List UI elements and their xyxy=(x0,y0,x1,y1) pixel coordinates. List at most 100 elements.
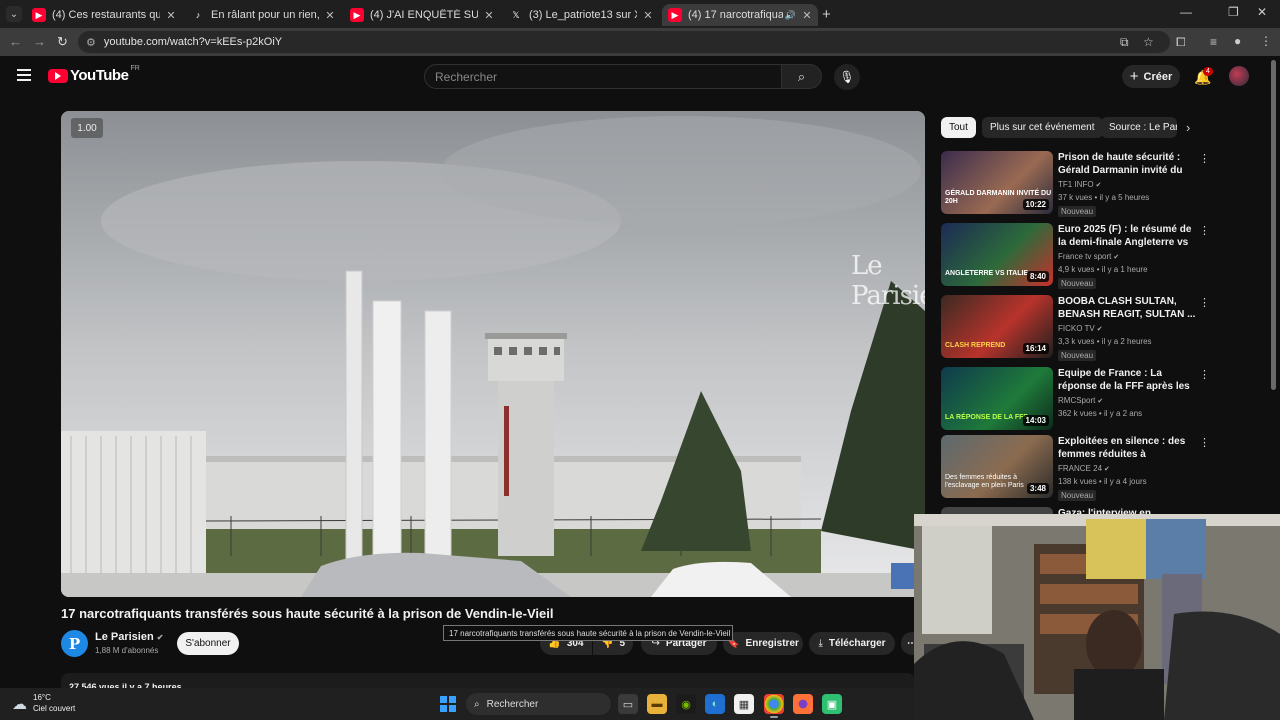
browser-menu-icon[interactable]: ⋮ xyxy=(1260,34,1272,48)
video-thumbnail[interactable]: CLASH REPREND 16:14 xyxy=(941,295,1053,358)
chip-event[interactable]: Plus sur cet événement xyxy=(982,117,1103,138)
video-thumbnail[interactable]: ANGLETERRE vs ITALIE 8:40 xyxy=(941,223,1053,286)
site-info-icon[interactable]: ⚙ xyxy=(86,36,96,49)
verified-icon: ✔ xyxy=(1097,398,1104,405)
video-thumbnail[interactable]: LA RÉPONSE DE LA FFF 14:03 xyxy=(941,367,1053,430)
more-vertical-icon[interactable]: ⋮ xyxy=(1199,152,1210,165)
windows-start-icon[interactable] xyxy=(440,696,456,712)
recommendation-item[interactable]: GÉRALD DARMANIN INVITÉ DU 20H 10:22 Pris… xyxy=(941,151,1271,217)
close-icon[interactable]: ✕ xyxy=(800,9,814,22)
recommendation-item[interactable]: LA RÉPONSE DE LA FFF 14:03 Equipe de Fra… xyxy=(941,367,1271,433)
speaker-icon[interactable]: 🔊 xyxy=(785,10,796,21)
verified-icon: ✔ xyxy=(156,633,164,642)
recommendation-channel[interactable]: TF1 INFO ✔ xyxy=(1058,180,1101,189)
subscribe-button[interactable]: S'abonner xyxy=(177,632,239,655)
recommendation-channel-name[interactable]: FICKO TV xyxy=(1058,324,1095,333)
edge-icon[interactable]: ◐ xyxy=(705,694,725,714)
tab-search-icon[interactable]: ⌄ xyxy=(6,6,22,22)
more-vertical-icon[interactable]: ⋮ xyxy=(1199,436,1210,449)
user-avatar[interactable] xyxy=(1229,66,1249,86)
thumbnail-caption: LA RÉPONSE DE LA FFF xyxy=(945,414,1028,421)
youtube-logo[interactable]: YouTube FR xyxy=(48,65,140,84)
channel-avatar[interactable]: P xyxy=(61,630,88,657)
search-icon: ⌕ xyxy=(797,68,806,84)
weather-widget[interactable]: ☁ 16°C Ciel couvert xyxy=(12,692,75,714)
create-button[interactable]: + Créer xyxy=(1122,65,1180,88)
recommendation-channel[interactable]: RMCSport ✔ xyxy=(1058,396,1103,405)
recommendation-title[interactable]: BOOBA CLASH SULTAN, BENASH REAGIT, SULTA… xyxy=(1058,295,1196,321)
browser-tab[interactable]: 𝕏 (3) Le_patriote13 sur X : "« Je ne ✕ xyxy=(503,4,659,26)
channel-name-text[interactable]: Le Parisien xyxy=(95,631,154,643)
verified-icon: ✔ xyxy=(1095,182,1102,189)
video-thumbnail[interactable]: GÉRALD DARMANIN INVITÉ DU 20H 10:22 xyxy=(941,151,1053,214)
save-button[interactable]: 🔖 Enregistrer xyxy=(723,632,803,655)
video-player[interactable]: Le Parisien xyxy=(61,111,925,597)
nvidia-icon[interactable]: ◉ xyxy=(676,694,696,714)
chip-source[interactable]: Source : Le Parisien xyxy=(1101,117,1177,138)
download-label: Télécharger xyxy=(828,638,886,649)
download-button[interactable]: ⤓ Télécharger xyxy=(809,632,895,655)
channel-name[interactable]: Le Parisien ✔ xyxy=(95,631,163,643)
close-icon[interactable]: ✕ xyxy=(641,9,655,22)
store-icon[interactable]: ▦ xyxy=(734,694,754,714)
file-explorer-icon[interactable]: ▬ xyxy=(647,694,667,714)
voice-search-button[interactable]: 🎙 xyxy=(834,64,860,90)
url-text[interactable]: youtube.com/watch?v=kEEs-p2kOiY xyxy=(104,36,282,48)
recommendation-item[interactable]: Des femmes réduites à l'esclavage en ple… xyxy=(941,435,1271,501)
more-vertical-icon[interactable]: ⋮ xyxy=(1199,368,1210,381)
minimize-icon[interactable]: — xyxy=(1180,5,1192,19)
page-scrollbar[interactable] xyxy=(1271,60,1276,390)
recommendation-item[interactable]: ANGLETERRE vs ITALIE 8:40 Euro 2025 (F) … xyxy=(941,223,1271,289)
game-app-icon[interactable]: ▣ xyxy=(822,694,842,714)
close-window-icon[interactable]: ✕ xyxy=(1257,5,1267,19)
browser-tab[interactable]: ▶ (4) Ces restaurants qui truquent ✕ xyxy=(26,4,182,26)
recommendation-channel-name[interactable]: France tv sport xyxy=(1058,252,1111,261)
maximize-icon[interactable]: ❐ xyxy=(1228,5,1239,19)
recommendation-title[interactable]: Exploitées en silence : des femmes rédui… xyxy=(1058,435,1196,461)
playback-speed-badge[interactable]: 1.00 xyxy=(71,118,103,138)
search-button[interactable]: ⌕ xyxy=(781,64,822,89)
recommendation-item[interactable]: CLASH REPREND 16:14 BOOBA CLASH SULTAN, … xyxy=(941,295,1271,361)
chip-all[interactable]: Tout xyxy=(941,117,976,138)
recommendation-channel[interactable]: FICKO TV ✔ xyxy=(1058,324,1103,333)
recommendation-channel[interactable]: FRANCE 24 ✔ xyxy=(1058,464,1110,473)
thumbnail-caption: CLASH REPREND xyxy=(945,342,1006,349)
chrome-icon[interactable] xyxy=(764,694,784,718)
bookmark-star-icon[interactable]: ☆ xyxy=(1143,35,1154,49)
new-tab-icon[interactable]: + xyxy=(822,6,831,23)
extensions-icon[interactable]: ⧠ xyxy=(1176,35,1186,50)
browser-tab[interactable]: ♪ En râlant pour un rien, les « Kar ✕ xyxy=(185,4,341,26)
close-icon[interactable]: ✕ xyxy=(164,9,178,22)
video-duration: 8:40 xyxy=(1026,271,1049,282)
firefox-icon[interactable] xyxy=(793,694,813,714)
more-vertical-icon[interactable]: ⋮ xyxy=(1199,296,1210,309)
menu-icon[interactable] xyxy=(17,69,31,81)
tab-title: (4) 17 narcotrafiquants tran xyxy=(688,9,783,21)
recommendation-title[interactable]: Euro 2025 (F) : le résumé de la demi-fin… xyxy=(1058,223,1196,249)
recommendation-title[interactable]: Prison de haute sécurité : Gérald Darman… xyxy=(1058,151,1196,177)
video-thumbnail[interactable]: Des femmes réduites à l'esclavage en ple… xyxy=(941,435,1053,498)
close-icon[interactable]: ✕ xyxy=(482,9,496,22)
recommendation-meta: 4,9 k vues • il y a 1 heure xyxy=(1058,265,1148,274)
reading-list-icon[interactable]: ≡ xyxy=(1210,35,1217,49)
forward-icon[interactable]: → xyxy=(33,34,46,49)
recommendation-channel-name[interactable]: TF1 INFO xyxy=(1058,180,1094,189)
recommendation-channel-name[interactable]: RMCSport xyxy=(1058,396,1095,405)
reload-icon[interactable]: ↻ xyxy=(57,34,68,50)
download-icon: ⤓ xyxy=(818,638,823,649)
recommendation-channel-name[interactable]: FRANCE 24 xyxy=(1058,464,1102,473)
chevron-right-icon[interactable]: › xyxy=(1186,120,1190,135)
back-icon[interactable]: ← xyxy=(9,34,22,49)
browser-tab-active[interactable]: ▶ (4) 17 narcotrafiquants tran 🔊 ✕ xyxy=(662,4,818,26)
close-icon[interactable]: ✕ xyxy=(323,9,337,22)
browser-tab[interactable]: ▶ (4) J'AI ENQUÊTÉ SUR L'ÉPIDÉMI ✕ xyxy=(344,4,500,26)
task-view-icon[interactable]: ▭ xyxy=(618,694,638,714)
recommendation-channel[interactable]: France tv sport ✔ xyxy=(1058,252,1119,261)
cast-icon[interactable]: ⧉ xyxy=(1120,35,1129,50)
profile-icon[interactable]: ● xyxy=(1234,34,1241,48)
taskbar-search[interactable]: ⌕ Rechercher xyxy=(466,693,611,715)
recommendation-title[interactable]: Equipe de France : La réponse de la FFF … xyxy=(1058,367,1196,393)
address-bar[interactable]: ⚙ youtube.com/watch?v=kEEs-p2kOiY xyxy=(78,31,1170,53)
more-vertical-icon[interactable]: ⋮ xyxy=(1199,224,1210,237)
search-input[interactable] xyxy=(435,70,765,84)
